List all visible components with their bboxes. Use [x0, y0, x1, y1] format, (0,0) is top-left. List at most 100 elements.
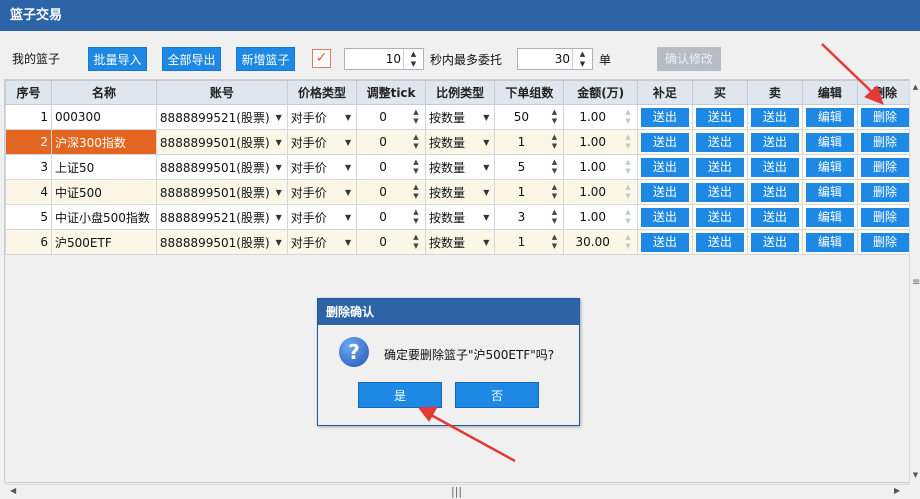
- basket-name[interactable]: 沪500ETF: [51, 229, 157, 255]
- delete-button[interactable]: 删除: [860, 182, 909, 202]
- sell-send-button[interactable]: 送出: [750, 207, 799, 227]
- account-select[interactable]: 8888899521(股票) ▼: [155, 104, 288, 130]
- export-all-button[interactable]: 全部导出: [162, 47, 221, 71]
- yes-button[interactable]: 是: [358, 382, 442, 408]
- spin-arrows-icon[interactable]: ▲ ▼: [622, 133, 634, 151]
- fill-send-button[interactable]: 送出: [640, 232, 689, 252]
- buy-send-button[interactable]: 送出: [695, 182, 744, 202]
- basket-name[interactable]: 中证500: [51, 179, 157, 205]
- groups-value[interactable]: 1: [518, 135, 526, 149]
- tick-stepper[interactable]: 0 ▲ ▼: [356, 179, 426, 205]
- tick-value[interactable]: 0: [379, 135, 387, 149]
- tick-value[interactable]: 0: [379, 210, 387, 224]
- price-type-select[interactable]: 对手价 ▼: [286, 104, 358, 130]
- amount-stepper[interactable]: 1.00 ▲ ▼: [563, 204, 638, 230]
- account-select[interactable]: 8888899501(股票) ▼: [155, 229, 288, 255]
- fill-send-button[interactable]: 送出: [640, 207, 689, 227]
- spin-arrows-icon[interactable]: ▲ ▼: [622, 158, 634, 176]
- account-select[interactable]: 8888899521(股票) ▼: [155, 204, 288, 230]
- groups-value[interactable]: 1: [518, 235, 526, 249]
- spin-arrows-icon[interactable]: ▲ ▼: [548, 108, 560, 126]
- tick-stepper[interactable]: 0 ▲ ▼: [356, 104, 426, 130]
- spin-arrows-icon[interactable]: ▲ ▼: [548, 233, 560, 251]
- spin-down-icon[interactable]: ▼: [573, 59, 592, 69]
- scroll-grip-icon[interactable]: ≡: [912, 277, 920, 288]
- edit-button[interactable]: 编辑: [805, 232, 854, 252]
- edit-button[interactable]: 编辑: [805, 207, 854, 227]
- basket-name[interactable]: 上证50: [51, 154, 157, 180]
- account-select[interactable]: 8888899501(股票) ▼: [155, 129, 288, 155]
- buy-send-button[interactable]: 送出: [695, 132, 744, 152]
- account-select[interactable]: 8888899501(股票) ▼: [155, 154, 288, 180]
- edit-button[interactable]: 编辑: [805, 132, 854, 152]
- dropdown-icon[interactable]: ▼: [276, 138, 284, 147]
- seconds-stepper[interactable]: 10 ▲ ▼: [344, 48, 424, 70]
- price-type-select[interactable]: 对手价 ▼: [286, 204, 358, 230]
- scroll-grip-icon[interactable]: |||: [451, 485, 462, 498]
- dropdown-icon[interactable]: ▼: [483, 113, 491, 122]
- basket-name[interactable]: 中证小盘500指数: [51, 204, 157, 230]
- dropdown-icon[interactable]: ▼: [345, 113, 353, 122]
- dropdown-icon[interactable]: ▼: [345, 138, 353, 147]
- spin-up-icon[interactable]: ▲: [404, 49, 423, 59]
- dropdown-icon[interactable]: ▼: [276, 213, 284, 222]
- price-type-select[interactable]: 对手价 ▼: [286, 129, 358, 155]
- tick-stepper[interactable]: 0 ▲ ▼: [356, 154, 426, 180]
- orders-stepper-arrows[interactable]: ▲ ▼: [572, 49, 592, 69]
- orders-stepper[interactable]: 30 ▲ ▼: [517, 48, 593, 70]
- dropdown-icon[interactable]: ▼: [276, 238, 284, 247]
- amount-value[interactable]: 1.00: [579, 135, 606, 149]
- scroll-right-icon[interactable]: ▶: [894, 486, 900, 495]
- seconds-value[interactable]: 10: [386, 49, 401, 69]
- amount-stepper[interactable]: 1.00 ▲ ▼: [563, 104, 638, 130]
- amount-value[interactable]: 1.00: [579, 110, 606, 124]
- confirm-change-button[interactable]: 确认修改: [657, 47, 721, 71]
- dropdown-icon[interactable]: ▼: [483, 213, 491, 222]
- dropdown-icon[interactable]: ▼: [345, 238, 353, 247]
- groups-stepper[interactable]: 1 ▲ ▼: [494, 179, 565, 205]
- groups-stepper[interactable]: 5 ▲ ▼: [494, 154, 565, 180]
- amount-stepper[interactable]: 1.00 ▲ ▼: [563, 154, 638, 180]
- delete-button[interactable]: 删除: [860, 107, 909, 127]
- tick-stepper[interactable]: 0 ▲ ▼: [356, 229, 426, 255]
- spin-arrows-icon[interactable]: ▲ ▼: [622, 233, 634, 251]
- price-type-select[interactable]: 对手价 ▼: [286, 229, 358, 255]
- delete-button[interactable]: 删除: [860, 132, 909, 152]
- tick-value[interactable]: 0: [379, 110, 387, 124]
- groups-stepper[interactable]: 3 ▲ ▼: [494, 204, 565, 230]
- spin-arrows-icon[interactable]: ▲ ▼: [410, 133, 422, 151]
- table-row[interactable]: 2 沪深300指数 8888899501(股票) ▼ 对手价 ▼ 0 ▲ ▼ 按数量 ▼ 1 ▲ ▼ 1.0…: [4, 129, 914, 155]
- spin-arrows-icon[interactable]: ▲ ▼: [410, 233, 422, 251]
- spin-arrows-icon[interactable]: ▲ ▼: [622, 108, 634, 126]
- amount-value[interactable]: 30.00: [576, 235, 610, 249]
- basket-name[interactable]: 000300: [51, 104, 157, 130]
- dropdown-icon[interactable]: ▼: [345, 163, 353, 172]
- tick-value[interactable]: 0: [379, 235, 387, 249]
- groups-stepper[interactable]: 50 ▲ ▼: [494, 104, 565, 130]
- scroll-up-icon[interactable]: ▲: [910, 83, 920, 91]
- groups-value[interactable]: 5: [518, 160, 526, 174]
- fill-send-button[interactable]: 送出: [640, 132, 689, 152]
- delete-button[interactable]: 删除: [860, 157, 909, 177]
- buy-send-button[interactable]: 送出: [695, 157, 744, 177]
- spin-arrows-icon[interactable]: ▲ ▼: [548, 208, 560, 226]
- orders-value[interactable]: 30: [555, 49, 570, 69]
- groups-value[interactable]: 50: [514, 110, 529, 124]
- price-type-select[interactable]: 对手价 ▼: [286, 179, 358, 205]
- dropdown-icon[interactable]: ▼: [276, 188, 284, 197]
- edit-button[interactable]: 编辑: [805, 157, 854, 177]
- amount-value[interactable]: 1.00: [579, 160, 606, 174]
- horizontal-scrollbar[interactable]: ◀ ||| ▶: [4, 484, 909, 499]
- sell-send-button[interactable]: 送出: [750, 132, 799, 152]
- dropdown-icon[interactable]: ▼: [483, 188, 491, 197]
- buy-send-button[interactable]: 送出: [695, 232, 744, 252]
- amount-stepper[interactable]: 1.00 ▲ ▼: [563, 129, 638, 155]
- spin-arrows-icon[interactable]: ▲ ▼: [410, 158, 422, 176]
- table-row[interactable]: 1 000300 8888899521(股票) ▼ 对手价 ▼ 0 ▲ ▼ 按数量 ▼ 50 ▲ ▼ 1.0…: [4, 104, 914, 130]
- amount-stepper[interactable]: 1.00 ▲ ▼: [563, 179, 638, 205]
- rate-limit-checkbox[interactable]: ✓: [312, 49, 331, 68]
- vertical-scrollbar[interactable]: ▲ ≡ ▼: [909, 79, 920, 484]
- groups-stepper[interactable]: 1 ▲ ▼: [494, 129, 565, 155]
- edit-button[interactable]: 编辑: [805, 107, 854, 127]
- add-basket-button[interactable]: 新增篮子: [236, 47, 295, 71]
